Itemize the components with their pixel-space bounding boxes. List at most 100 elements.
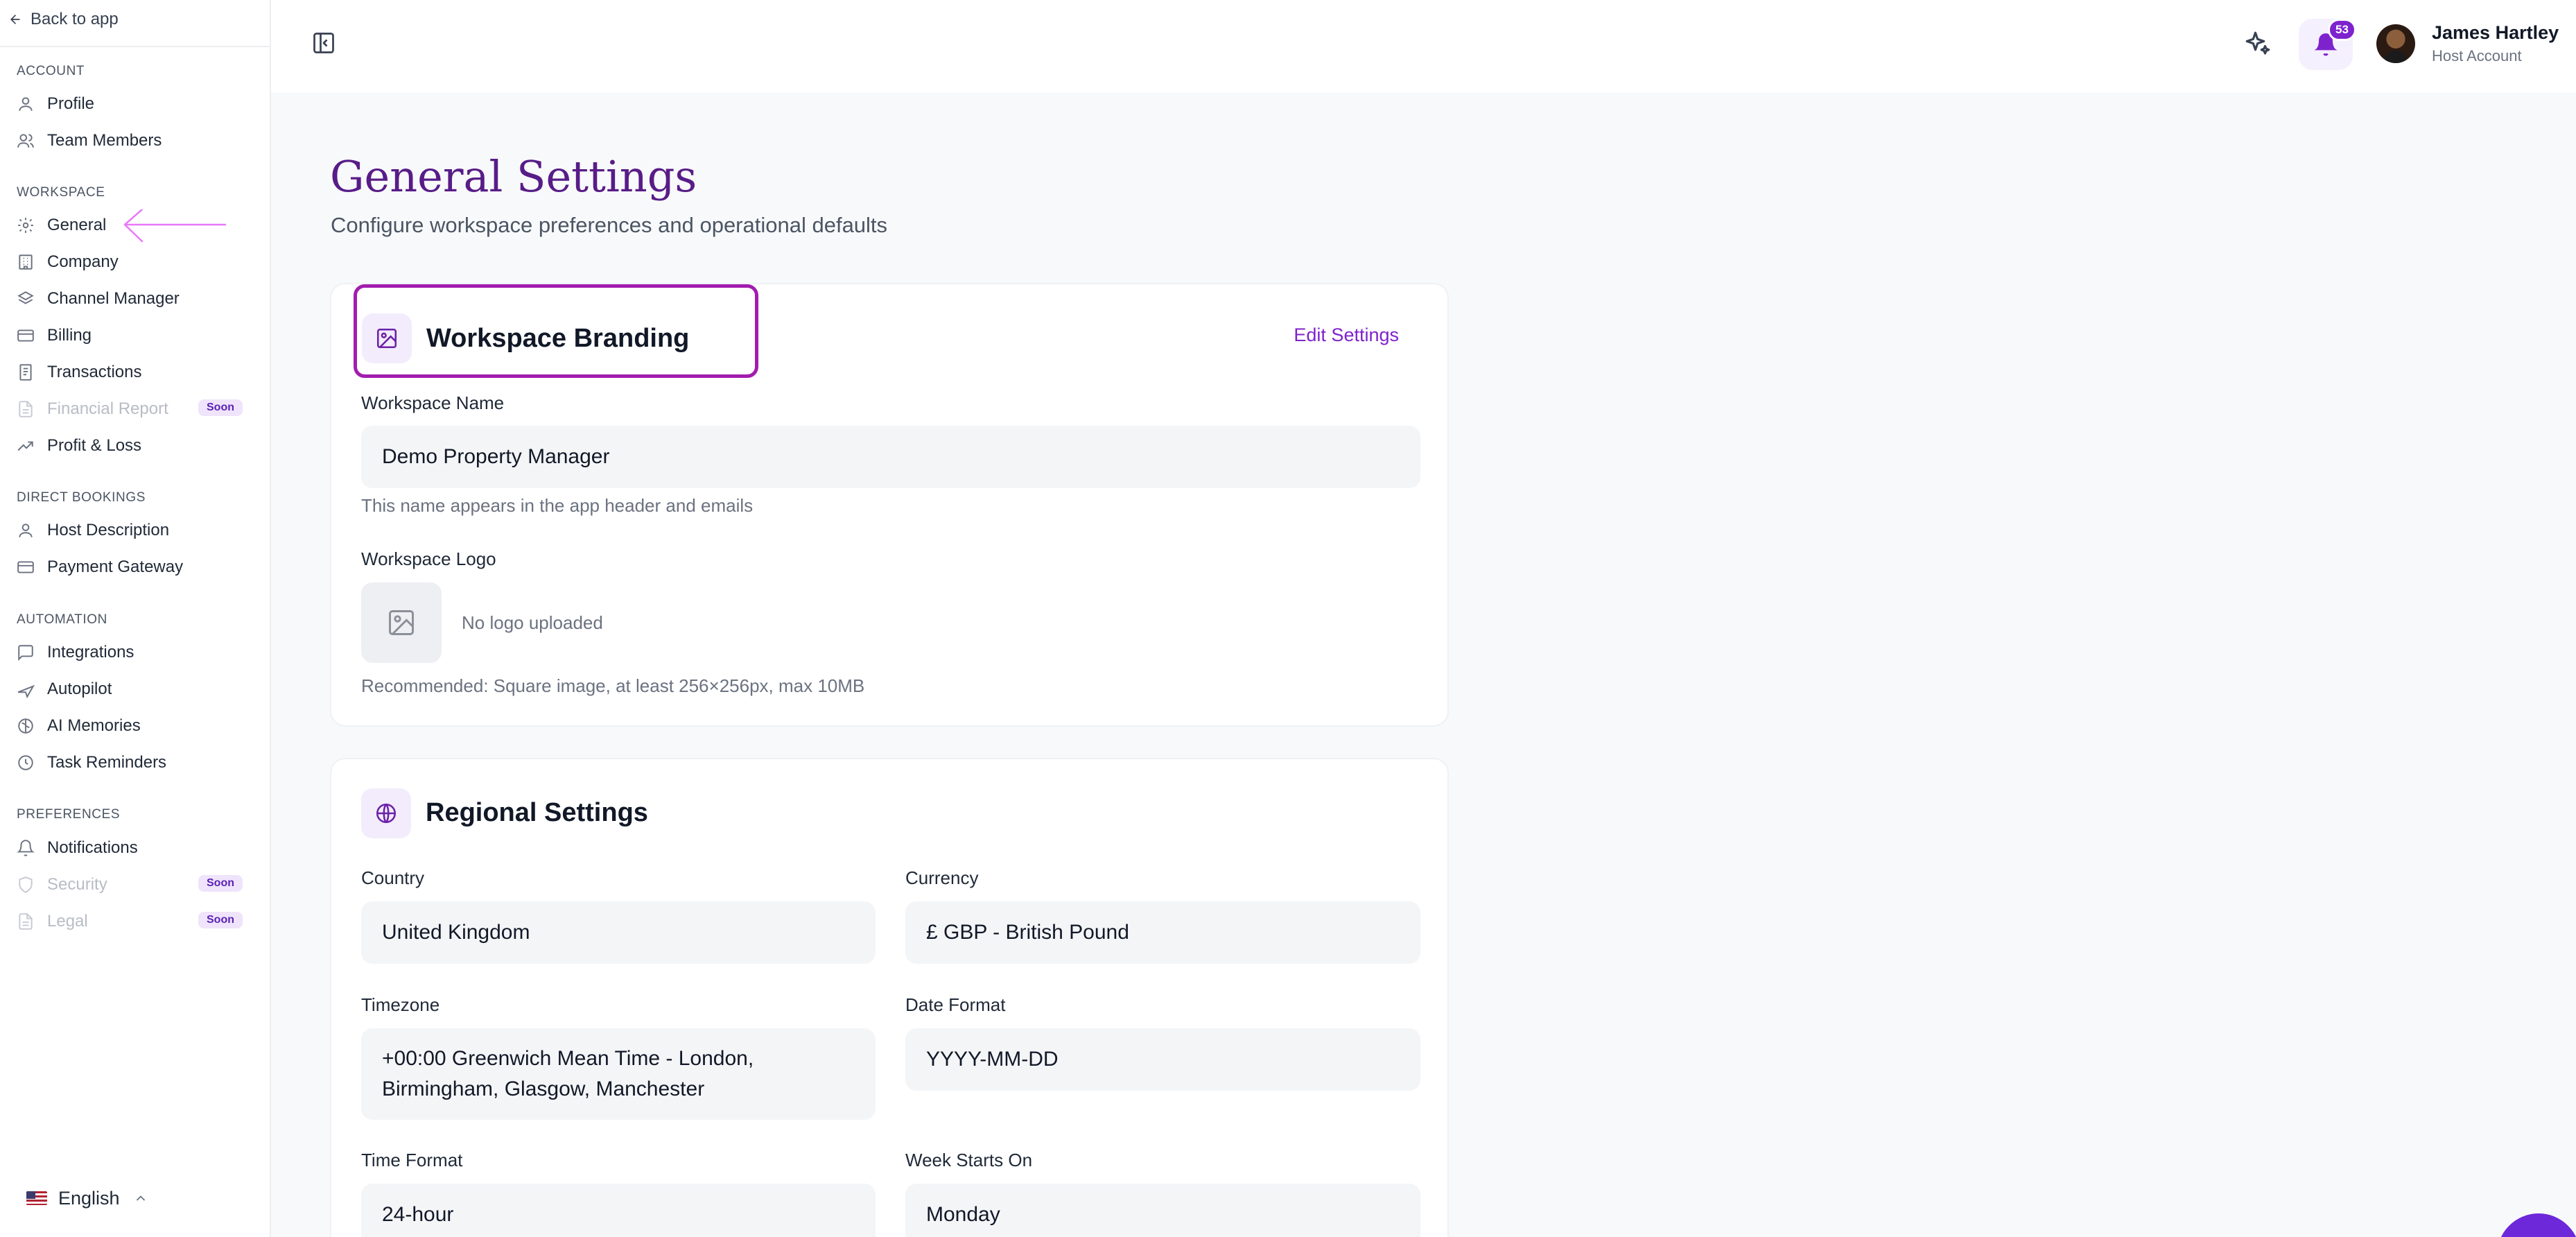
- timezone-label: Timezone: [361, 994, 440, 1015]
- country-field[interactable]: United Kingdom: [361, 901, 876, 964]
- sidebar-item-label: Profit & Loss: [47, 436, 142, 455]
- chat-launcher-button[interactable]: [2497, 1213, 2576, 1237]
- sidebar-collapse-icon[interactable]: [311, 31, 336, 55]
- trending-up-icon: [17, 437, 35, 455]
- logo-status: No logo uploaded: [462, 612, 603, 633]
- soon-badge: Soon: [198, 912, 243, 928]
- avatar[interactable]: [2376, 24, 2415, 63]
- sidebar-item-autopilot[interactable]: Autopilot: [17, 675, 252, 703]
- sidebar-item-channel-manager[interactable]: Channel Manager: [17, 285, 252, 313]
- sidebar-item-host-description[interactable]: Host Description: [17, 517, 252, 544]
- sidebar-item-label: Channel Manager: [47, 289, 180, 308]
- notification-count-badge: 53: [2328, 19, 2356, 41]
- brain-icon: [17, 717, 35, 735]
- annotation-arrow-icon: [123, 209, 227, 243]
- sidebar-item-ai-memories[interactable]: AI Memories: [17, 712, 252, 740]
- receipt-icon: [17, 363, 35, 381]
- user-icon: [17, 521, 35, 539]
- sidebar-item-payment-gateway[interactable]: Payment Gateway: [17, 553, 252, 581]
- soon-badge: Soon: [198, 875, 243, 892]
- workspace-name-label: Workspace Name: [361, 392, 505, 413]
- sidebar-item-label: AI Memories: [47, 716, 141, 735]
- workspace-name-field[interactable]: Demo Property Manager: [361, 426, 1420, 488]
- sidebar-item-label: Billing: [47, 326, 92, 345]
- sidebar-item-profile[interactable]: Profile: [17, 90, 252, 118]
- workspace-logo-label: Workspace Logo: [361, 548, 496, 569]
- sidebar-item-label: Autopilot: [47, 680, 112, 698]
- currency-field[interactable]: £ GBP - British Pound: [905, 901, 1420, 964]
- sidebar-item-label: Payment Gateway: [47, 557, 184, 576]
- section-direct-bookings-title: DIRECT BOOKINGS: [17, 490, 146, 505]
- shield-icon: [17, 876, 35, 894]
- card-title: Workspace Branding: [426, 324, 690, 353]
- file-icon: [17, 400, 35, 418]
- sidebar-item-task-reminders[interactable]: Task Reminders: [17, 749, 252, 777]
- sparkle-ai-icon[interactable]: [2243, 29, 2272, 58]
- section-automation-title: AUTOMATION: [17, 612, 107, 627]
- sidebar-item-transactions[interactable]: Transactions: [17, 358, 252, 386]
- logo-help: Recommended: Square image, at least 256×…: [361, 675, 865, 696]
- user-role: Host Account: [2432, 47, 2522, 64]
- edit-settings-button[interactable]: Edit Settings: [1294, 325, 1399, 346]
- workspace-name-help: This name appears in the app header and …: [361, 495, 754, 516]
- sidebar-item-integrations[interactable]: Integrations: [17, 639, 252, 666]
- week-start-label: Week Starts On: [905, 1150, 1033, 1170]
- user-icon: [17, 95, 35, 113]
- page-subtitle: Configure workspace preferences and oper…: [331, 213, 888, 237]
- sidebar-item-label: General: [47, 216, 107, 234]
- soon-badge: Soon: [198, 399, 243, 416]
- sidebar-item-label: Transactions: [47, 363, 142, 381]
- sidebar-item-legal: Legal Soon: [17, 908, 252, 935]
- clock-icon: [17, 754, 35, 772]
- timezone-field[interactable]: +00:00 Greenwich Mean Time - London, Bir…: [361, 1028, 876, 1120]
- page-title: General Settings: [330, 151, 697, 202]
- back-to-app-link[interactable]: Back to app: [8, 7, 119, 32]
- us-flag-icon: [26, 1191, 47, 1205]
- sidebar-item-label: Legal: [47, 912, 88, 931]
- arrow-left-icon: [8, 12, 22, 26]
- building-icon: [17, 253, 35, 271]
- user-name[interactable]: James Hartley: [2432, 22, 2559, 44]
- credit-card-icon: [17, 558, 35, 576]
- credit-card-icon: [17, 327, 35, 345]
- top-bar: 53 James Hartley Host Account: [271, 0, 2576, 93]
- sidebar-item-label: Company: [47, 252, 119, 271]
- globe-icon: [361, 788, 411, 838]
- sidebar-item-label: Notifications: [47, 838, 138, 857]
- users-icon: [17, 132, 35, 150]
- chevron-up-icon: [131, 1191, 148, 1205]
- message-square-icon: [17, 643, 35, 661]
- sidebar-item-financial-report: Financial Report Soon: [17, 395, 252, 423]
- time-format-field[interactable]: 24-hour: [361, 1184, 876, 1237]
- sidebar-item-team-members[interactable]: Team Members: [17, 127, 252, 155]
- sidebar-item-label: Team Members: [47, 131, 162, 150]
- time-format-label: Time Format: [361, 1150, 463, 1170]
- bell-icon: [17, 839, 35, 857]
- date-format-field[interactable]: YYYY-MM-DD: [905, 1028, 1420, 1091]
- language-selector[interactable]: English: [26, 1184, 148, 1212]
- layers-icon: [17, 290, 35, 308]
- notifications-button[interactable]: 53: [2299, 19, 2356, 70]
- language-label: English: [58, 1187, 120, 1209]
- file-icon: [17, 912, 35, 931]
- sidebar-item-label: Profile: [47, 94, 95, 113]
- section-account-title: ACCOUNT: [17, 64, 85, 78]
- plane-icon: [17, 680, 35, 698]
- gear-icon: [17, 216, 35, 234]
- sidebar-item-label: Integrations: [47, 643, 134, 661]
- image-icon: [386, 607, 417, 638]
- settings-sidebar: Back to app ACCOUNT Profile Team Members…: [0, 0, 271, 1237]
- sidebar-item-billing[interactable]: Billing: [17, 322, 252, 349]
- currency-label: Currency: [905, 867, 979, 888]
- section-preferences-title: PREFERENCES: [17, 807, 121, 822]
- sidebar-item-profit-loss[interactable]: Profit & Loss: [17, 432, 252, 460]
- back-to-app-label: Back to app: [31, 10, 119, 28]
- sidebar-item-notifications[interactable]: Notifications: [17, 834, 252, 862]
- image-icon: [362, 313, 412, 363]
- divider: [0, 46, 270, 47]
- week-start-field[interactable]: Monday: [905, 1184, 1420, 1237]
- date-format-label: Date Format: [905, 994, 1006, 1015]
- logo-upload-placeholder[interactable]: [361, 582, 442, 663]
- sidebar-item-company[interactable]: Company: [17, 248, 252, 276]
- sidebar-item-label: Security: [47, 875, 107, 894]
